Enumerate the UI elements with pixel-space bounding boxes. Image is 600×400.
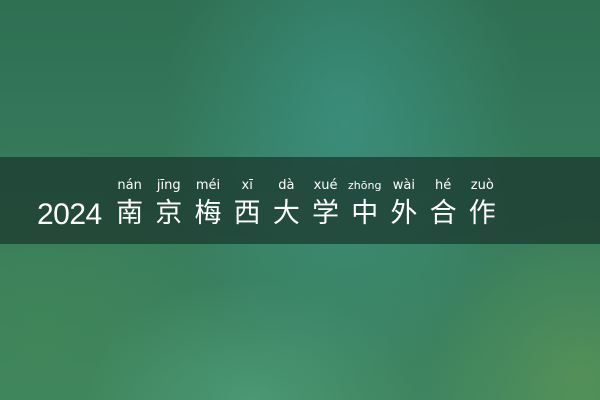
char-hanzi: 中	[351, 198, 379, 229]
char-pinyin: dà	[278, 178, 295, 193]
title-characters: nán 南 jīng 京 méi 梅 xī 西 dà 大 xué 学 zhōng…	[110, 178, 502, 232]
title-char: hé 合	[424, 178, 463, 232]
title-char: dà 大	[267, 178, 306, 232]
char-hanzi: 合	[429, 198, 457, 229]
char-hanzi: 作	[468, 198, 496, 229]
title-char: nán 南	[110, 178, 149, 232]
char-pinyin: xī	[241, 178, 253, 193]
title-char: méi 梅	[188, 178, 227, 232]
title-char: jīng 京	[149, 178, 188, 232]
char-hanzi: 梅	[194, 198, 222, 229]
char-hanzi: 京	[155, 198, 183, 229]
char-hanzi: 西	[233, 198, 261, 229]
title-char: wài 外	[384, 178, 423, 232]
char-pinyin: zuò	[470, 178, 494, 193]
char-pinyin: xué	[313, 178, 338, 193]
title-char: zhōng 中	[345, 178, 384, 232]
char-pinyin: méi	[195, 178, 221, 193]
char-pinyin: wài	[392, 178, 416, 193]
title-year: 2024	[37, 198, 102, 231]
char-pinyin: nán	[117, 178, 142, 193]
title-char: xī 西	[228, 178, 267, 232]
char-hanzi: 南	[116, 198, 144, 229]
title-char: zuò 作	[463, 178, 502, 232]
char-hanzi: 外	[390, 198, 418, 229]
title-char: xué 学	[306, 178, 345, 232]
char-pinyin: zhōng	[348, 179, 382, 192]
char-pinyin: hé	[434, 178, 452, 193]
char-hanzi: 学	[312, 198, 340, 229]
char-hanzi: 大	[272, 198, 300, 229]
char-pinyin: jīng	[156, 178, 181, 193]
